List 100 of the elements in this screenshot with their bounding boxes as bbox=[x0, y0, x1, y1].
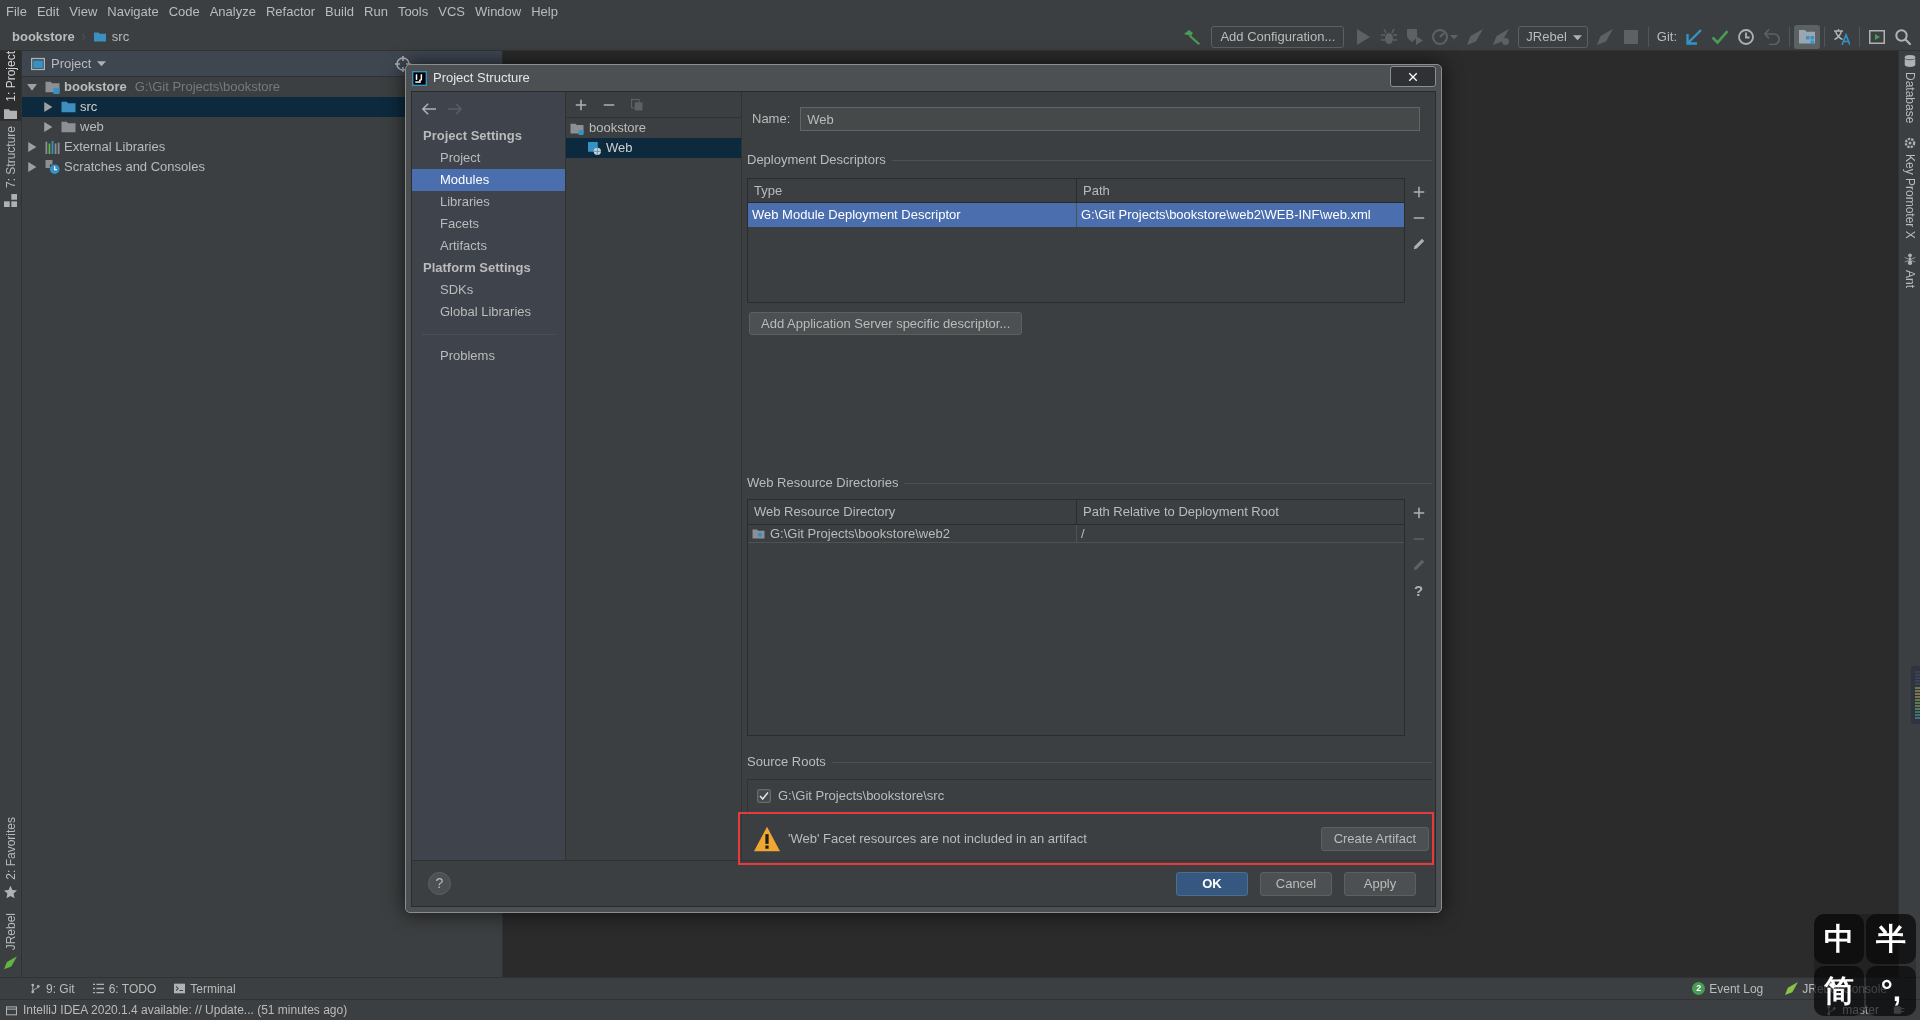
check-icon bbox=[1712, 29, 1728, 45]
column-header: Path Relative to Deployment Root bbox=[1082, 503, 1280, 522]
rocket-icon bbox=[4, 956, 17, 969]
dialog-button[interactable]: Apply bbox=[1344, 871, 1416, 896]
table-cell-text: G:\Git Projects\bookstore\web2 bbox=[770, 524, 950, 543]
nav-item[interactable]: Modules bbox=[412, 169, 565, 191]
status-message: IntelliJ IDEA 2020.1.4 available: // Update... (51 minutes ago) bbox=[23, 1002, 348, 1019]
menu-item[interactable]: Navigate bbox=[102, 1, 164, 23]
nav-item[interactable]: Global Libraries bbox=[412, 301, 565, 323]
menu-item[interactable]: Build bbox=[320, 1, 359, 23]
tool-window-tab[interactable]: 7: Structure bbox=[0, 125, 21, 207]
ant-icon bbox=[1903, 253, 1916, 266]
tool-window-tab[interactable]: 6: TODO bbox=[92, 979, 157, 998]
tool-window-tab[interactable]: 2 Event Log bbox=[1692, 979, 1764, 998]
tree-item[interactable]: External Libraries bbox=[22, 137, 405, 157]
menu-item[interactable]: Run bbox=[359, 1, 393, 23]
gear-icon bbox=[1903, 137, 1916, 150]
ime-key[interactable]: 半 bbox=[1866, 914, 1916, 964]
tool-window-tab[interactable]: Ant bbox=[1899, 253, 1920, 289]
stop-icon bbox=[1622, 29, 1639, 45]
table-cell-text: G:\Git Projects\bookstore\web2\WEB-INF\web.xml bbox=[1081, 206, 1371, 225]
nav-item[interactable]: Project bbox=[412, 147, 565, 169]
menu-item[interactable]: Tools bbox=[392, 1, 434, 23]
help-button[interactable]: ? bbox=[1406, 578, 1431, 604]
section-heading: Platform Settings bbox=[422, 259, 532, 278]
tool-window-tab[interactable]: JRebel bbox=[0, 912, 21, 969]
checkbox[interactable] bbox=[757, 789, 771, 803]
caret-icon bbox=[97, 59, 107, 68]
tool-window-tab[interactable]: Terminal bbox=[174, 979, 236, 998]
gauge-icon bbox=[1432, 29, 1449, 45]
menu-item[interactable]: Code bbox=[163, 1, 205, 23]
tree-item[interactable]: src bbox=[22, 97, 405, 117]
star-icon bbox=[4, 885, 17, 899]
folder-icon bbox=[45, 80, 60, 94]
dialog-button[interactable]: OK bbox=[1176, 871, 1248, 896]
name-field[interactable]: Web bbox=[800, 107, 1420, 131]
view-selector[interactable]: Project bbox=[31, 53, 107, 74]
arrow-down-left-icon bbox=[1686, 29, 1702, 45]
menu-item[interactable]: Analyze bbox=[204, 1, 261, 23]
tool-window-tab[interactable]: 2: Favorites bbox=[0, 816, 21, 899]
tree-item[interactable]: Web bbox=[566, 138, 741, 158]
rocket-icon bbox=[1596, 29, 1613, 45]
tool-window-tab[interactable]: 1: Project bbox=[0, 51, 21, 121]
pencil-icon bbox=[1412, 559, 1425, 571]
locate-button[interactable] bbox=[395, 56, 411, 72]
tree-item[interactable]: web bbox=[22, 117, 405, 137]
close-button[interactable] bbox=[1390, 66, 1436, 87]
bug-icon bbox=[1381, 29, 1398, 45]
folder-icon bbox=[570, 121, 584, 135]
library-icon bbox=[45, 140, 60, 154]
field-label: Name: bbox=[752, 110, 791, 129]
toolbar-button[interactable] bbox=[1794, 25, 1820, 49]
scratch-icon bbox=[45, 160, 60, 174]
arrow-left-icon bbox=[422, 101, 436, 116]
dialog-title: Project Structure bbox=[433, 69, 530, 88]
nav-item[interactable]: Libraries bbox=[412, 191, 565, 213]
tool-window-tab[interactable]: 9: Git bbox=[30, 979, 75, 998]
caret-icon bbox=[1450, 33, 1459, 41]
ime-key[interactable]: 中 bbox=[1814, 914, 1864, 964]
menu-item[interactable]: VCS bbox=[433, 1, 470, 23]
nav-item[interactable]: SDKs bbox=[412, 279, 565, 301]
create-artifact-button[interactable]: Create Artifact bbox=[1320, 826, 1429, 851]
table-cell-text: / bbox=[1081, 524, 1085, 543]
folder-icon bbox=[61, 100, 76, 114]
menu-item[interactable]: View bbox=[64, 1, 103, 23]
nav-item[interactable]: Artifacts bbox=[412, 235, 565, 257]
tree-item[interactable]: bookstore G:\Git Projects\bookstore bbox=[22, 77, 405, 97]
tool-window-tab[interactable]: Database bbox=[1899, 55, 1920, 124]
help-button[interactable]: ? bbox=[428, 872, 451, 895]
menu-item[interactable]: Window bbox=[469, 1, 527, 23]
nav-item[interactable]: Problems bbox=[412, 345, 565, 367]
tree-item[interactable]: bookstore bbox=[566, 118, 741, 138]
add-descriptor-button[interactable]: Add Application Server specific descriptor... bbox=[749, 312, 1023, 335]
undo-icon bbox=[1764, 29, 1780, 45]
breadcrumb[interactable]: src bbox=[92, 27, 130, 47]
tree-item[interactable]: Scratches and Consoles bbox=[22, 157, 405, 177]
run-configuration-button[interactable]: Add Configuration... bbox=[1211, 26, 1345, 48]
window-icon[interactable] bbox=[6, 1004, 17, 1016]
table-row[interactable]: G:\Git Projects\bookstore\web2 / bbox=[748, 525, 1404, 543]
pencil-icon bbox=[1412, 238, 1425, 250]
menu-item[interactable]: File bbox=[1, 1, 32, 23]
count-badge: 2 bbox=[1692, 982, 1706, 995]
warning-icon bbox=[753, 825, 781, 852]
nav-item[interactable]: Facets bbox=[412, 213, 565, 235]
table-row[interactable]: Web Module Deployment Descriptor G:\Git Projects\bookstore\web2\WEB-INF\web.xml bbox=[748, 203, 1404, 227]
window-icon bbox=[31, 56, 45, 71]
menu-item[interactable]: Edit bbox=[31, 1, 65, 23]
menu-item[interactable]: Help bbox=[526, 1, 563, 23]
branch-icon bbox=[1826, 1004, 1838, 1016]
folder-icon bbox=[92, 31, 107, 43]
breadcrumb[interactable]: bookstore bbox=[12, 27, 75, 47]
app-logo-icon bbox=[412, 70, 427, 86]
menu-item[interactable]: Refactor bbox=[260, 1, 321, 23]
crosshair-icon bbox=[395, 56, 411, 72]
plug-icon[interactable] bbox=[1893, 1004, 1905, 1016]
dropdown[interactable]: JRebel bbox=[1518, 26, 1588, 48]
tool-window-tab[interactable]: Key Promoter X bbox=[1899, 137, 1920, 240]
dialog-button[interactable]: Cancel bbox=[1260, 871, 1332, 896]
folder-icon bbox=[4, 107, 17, 121]
level-meter-icon[interactable] bbox=[1911, 666, 1920, 724]
